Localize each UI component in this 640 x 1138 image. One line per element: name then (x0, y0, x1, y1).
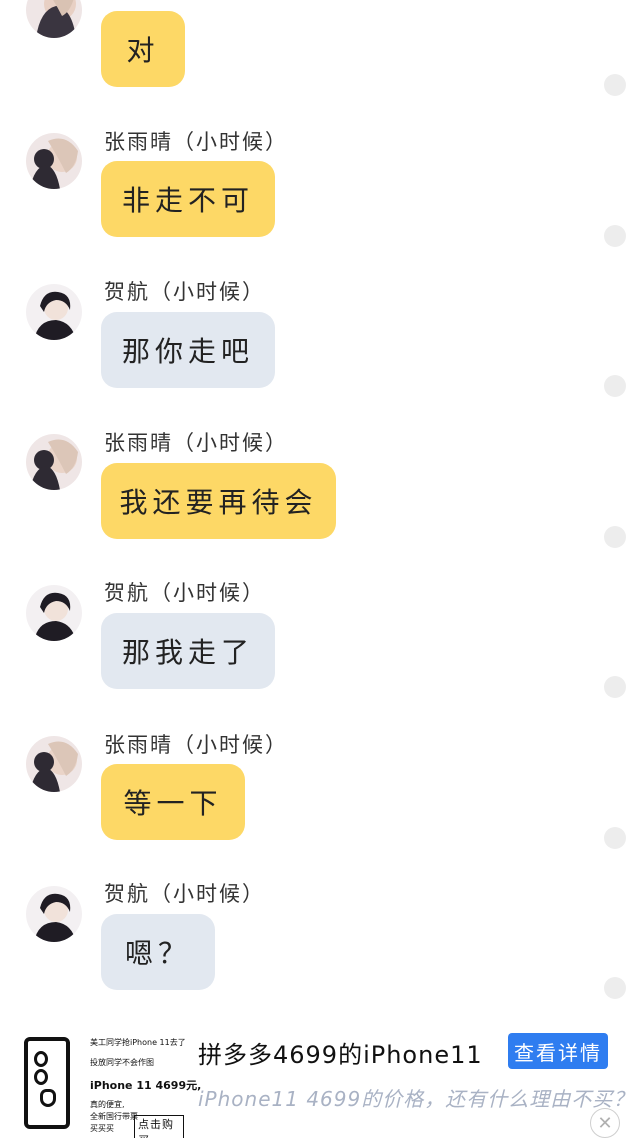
avatar-zhang-yuqing[interactable] (26, 434, 82, 490)
message-status-dot (604, 526, 626, 548)
view-details-button[interactable]: 查看详情 (508, 1033, 608, 1069)
sender-name: 贺航（小时候） (104, 280, 265, 304)
message-bubble[interactable]: 那你走吧 (101, 312, 275, 388)
message-bubble[interactable]: 等一下 (101, 764, 245, 840)
message-status-dot (604, 827, 626, 849)
avatar-he-hang[interactable] (26, 886, 82, 942)
sender-name: 贺航（小时候） (104, 882, 265, 906)
ad-image-text: 美工同学抢iPhone 11去了 (90, 1038, 186, 1047)
message-bubble[interactable]: 非走不可 (101, 161, 275, 237)
close-icon[interactable]: ✕ (590, 1108, 620, 1138)
ad-image-price: iPhone 11 4699元, (90, 1079, 202, 1092)
ad-image-text: 真的便宜, (90, 1100, 125, 1109)
ad-image[interactable]: 美工同学抢iPhone 11去了 投放同学不会作图 iPhone 11 4699… (18, 1023, 201, 1138)
message-status-dot (604, 375, 626, 397)
message-bubble[interactable]: 那我走了 (101, 613, 275, 689)
sender-name: 张雨晴（小时候） (104, 130, 288, 154)
sender-name: 贺航（小时候） (104, 581, 265, 605)
message-text: 等一下 (123, 787, 223, 820)
ad-image-text: 买买买 (90, 1124, 114, 1133)
message-status-dot (604, 676, 626, 698)
message-text: 那你走吧 (121, 335, 254, 368)
message-status-dot (604, 225, 626, 247)
message-bubble[interactable]: 对 (101, 11, 185, 87)
message-text: 非走不可 (121, 184, 254, 217)
message-text: 那我走了 (121, 636, 254, 669)
ad-banner[interactable]: 美工同学抢iPhone 11去了 投放同学不会作图 iPhone 11 4699… (0, 1015, 640, 1138)
chat-screen: 对 张雨晴（小时候） 非走不可 贺航（小时候） 那你走吧 张雨晴（小时候） 我还… (0, 0, 640, 1138)
ad-image-buy-tag: 点击购买 (134, 1115, 184, 1138)
sender-name: 张雨晴（小时候） (104, 733, 288, 757)
ad-image-text: 全新国行带票 (90, 1112, 138, 1121)
message-bubble[interactable]: 嗯？ (101, 914, 215, 990)
message-text: 我还要再待会 (119, 486, 318, 519)
avatar-he-hang[interactable] (26, 585, 82, 641)
avatar-zhang-yuqing[interactable] (26, 736, 82, 792)
message-bubble[interactable]: 我还要再待会 (101, 463, 336, 539)
phone-sketch-icon (24, 1037, 70, 1129)
avatar-he-hang[interactable] (26, 284, 82, 340)
message-text: 嗯？ (124, 937, 191, 970)
message-text: 对 (126, 34, 160, 67)
message-status-dot (604, 74, 626, 96)
ad-title[interactable]: 拼多多4699的iPhone11 (198, 1035, 483, 1070)
message-status-dot (604, 977, 626, 999)
avatar-zhang-yuqing[interactable] (26, 133, 82, 189)
avatar-zhang-yuqing[interactable] (26, 0, 82, 38)
sender-name: 张雨晴（小时候） (104, 431, 288, 455)
ad-image-text: 投放同学不会作图 (90, 1058, 154, 1067)
ad-description[interactable]: iPhone11 4699的价格，还有什么理由不买？ (198, 1083, 634, 1112)
